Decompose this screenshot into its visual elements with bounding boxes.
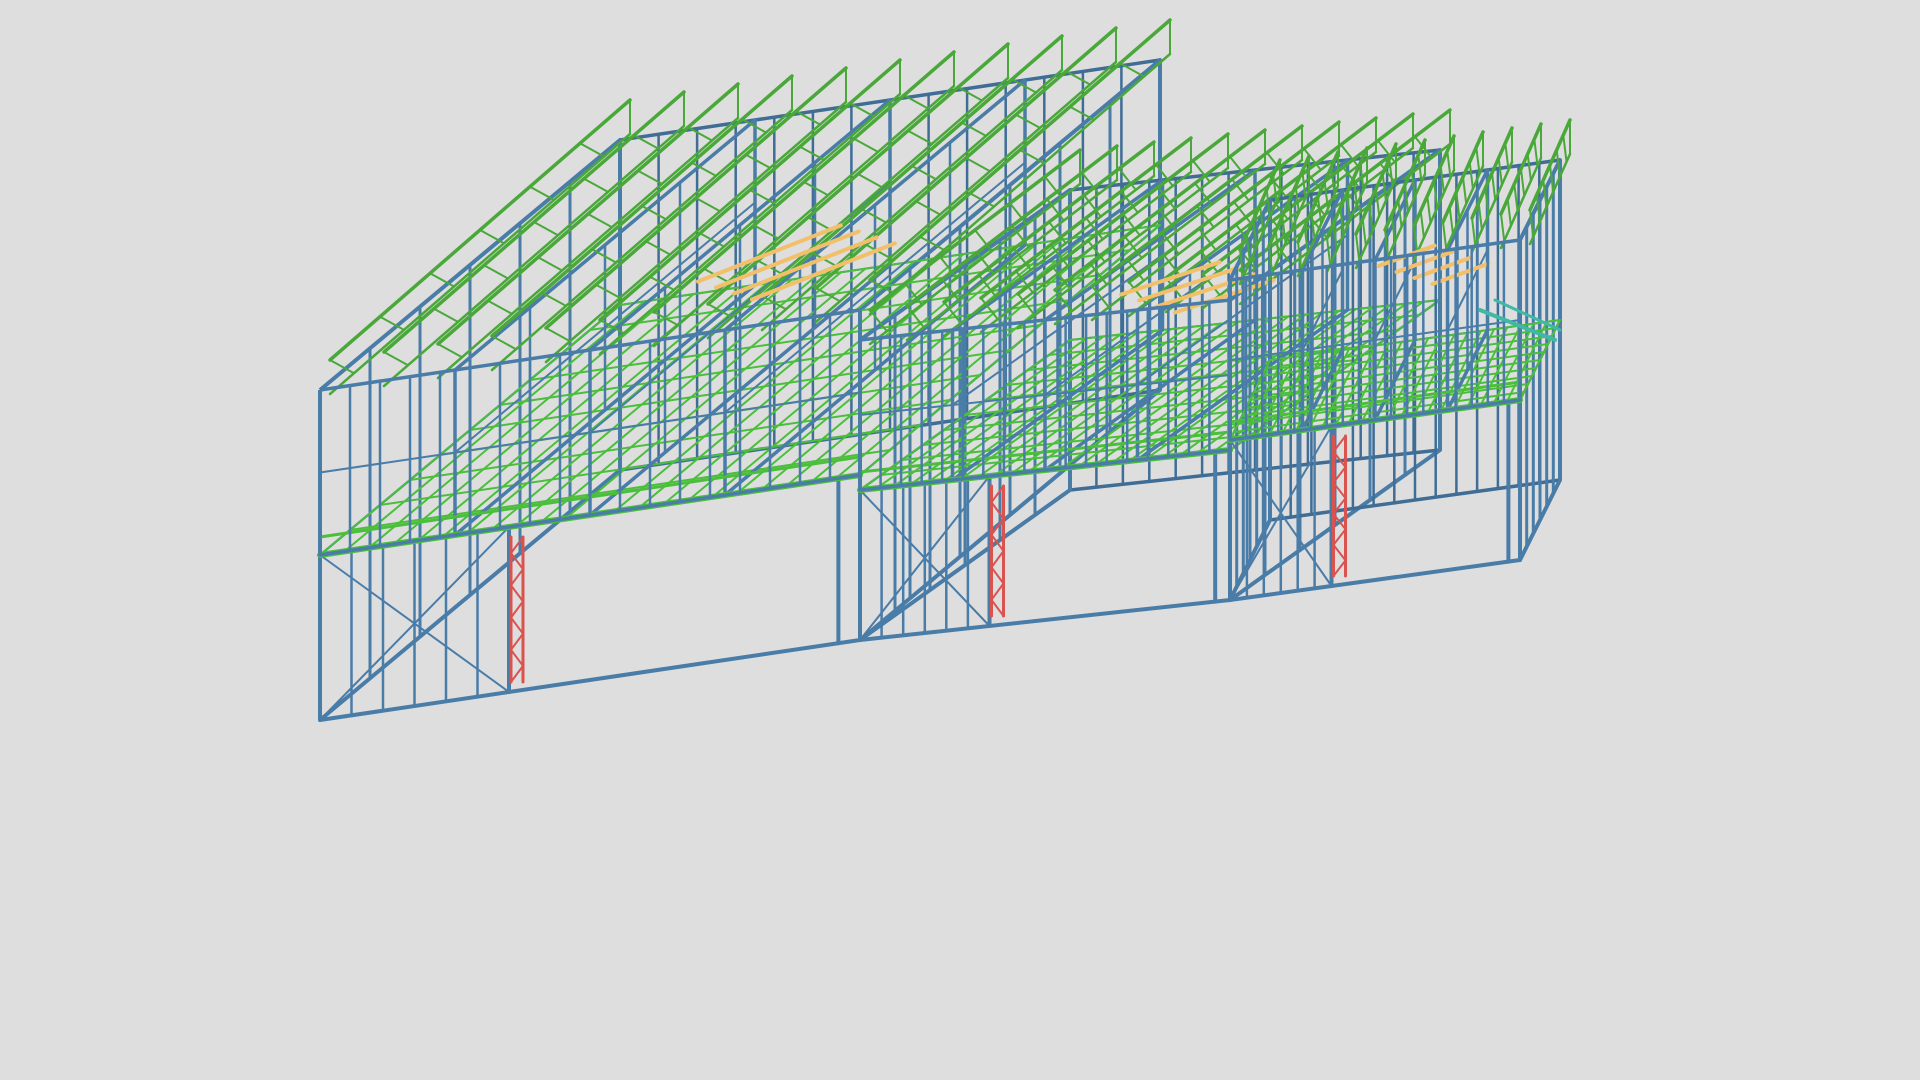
beam-web — [510, 632, 524, 651]
truss-web — [1477, 202, 1483, 231]
truss-web — [545, 327, 571, 343]
truss-web — [1497, 157, 1503, 186]
beam-web — [990, 566, 1005, 585]
beam-web — [990, 501, 1005, 520]
beam-web — [990, 550, 1005, 569]
truss-web — [1442, 221, 1448, 250]
truss-web — [1355, 233, 1361, 262]
truss-web — [1468, 161, 1474, 190]
truss-web — [1419, 210, 1425, 239]
truss-web — [695, 197, 721, 213]
truss-web — [483, 264, 509, 280]
truss-web — [583, 177, 609, 193]
truss-web — [1562, 134, 1568, 163]
truss-web — [1506, 198, 1512, 227]
truss-web — [383, 351, 409, 367]
truss-web — [533, 221, 559, 237]
truss-web — [529, 185, 555, 201]
truss-web — [491, 335, 517, 351]
truss-web — [595, 283, 621, 299]
beam-web — [510, 664, 524, 683]
beam-web — [990, 485, 1005, 504]
truss-web — [1326, 237, 1332, 266]
truss-web — [1462, 176, 1468, 205]
truss-bottom-chord — [328, 132, 632, 396]
truss-web — [579, 142, 605, 158]
truss-web — [537, 256, 563, 272]
truss-bottom-chord — [490, 108, 794, 372]
beam-web — [1332, 528, 1347, 546]
truss-bottom-chord — [436, 116, 740, 380]
steel-frame-model[interactable] — [0, 0, 1920, 1080]
truss-bottom-chord — [382, 124, 686, 388]
truss-web — [1491, 172, 1497, 201]
beam-web — [510, 648, 524, 667]
truss-web — [853, 137, 879, 153]
truss-web — [745, 153, 771, 169]
3d-viewport[interactable] — [0, 0, 1920, 1080]
beam-web — [1332, 559, 1347, 577]
truss-web — [487, 299, 513, 315]
truss-web — [587, 213, 613, 229]
truss-web — [1471, 217, 1477, 246]
truss-web — [1520, 168, 1526, 197]
truss-web — [1361, 218, 1367, 247]
truss-web — [437, 343, 463, 359]
beam-web — [510, 584, 524, 603]
truss-web — [1448, 206, 1454, 235]
truss-web — [965, 157, 991, 173]
truss-web — [541, 291, 567, 307]
truss-web — [1526, 153, 1532, 182]
beam-web — [990, 598, 1005, 617]
beam-web — [510, 600, 524, 619]
truss-web — [1015, 113, 1041, 129]
beam-web — [510, 616, 524, 635]
truss-web — [479, 229, 505, 245]
truss-web — [1513, 183, 1519, 212]
truss-web — [433, 307, 459, 323]
truss-web — [1426, 195, 1432, 224]
beam-web — [510, 568, 524, 587]
truss-web — [857, 173, 883, 189]
beam-web — [990, 582, 1005, 601]
beam-web — [1332, 543, 1347, 562]
truss-web — [1500, 213, 1506, 242]
